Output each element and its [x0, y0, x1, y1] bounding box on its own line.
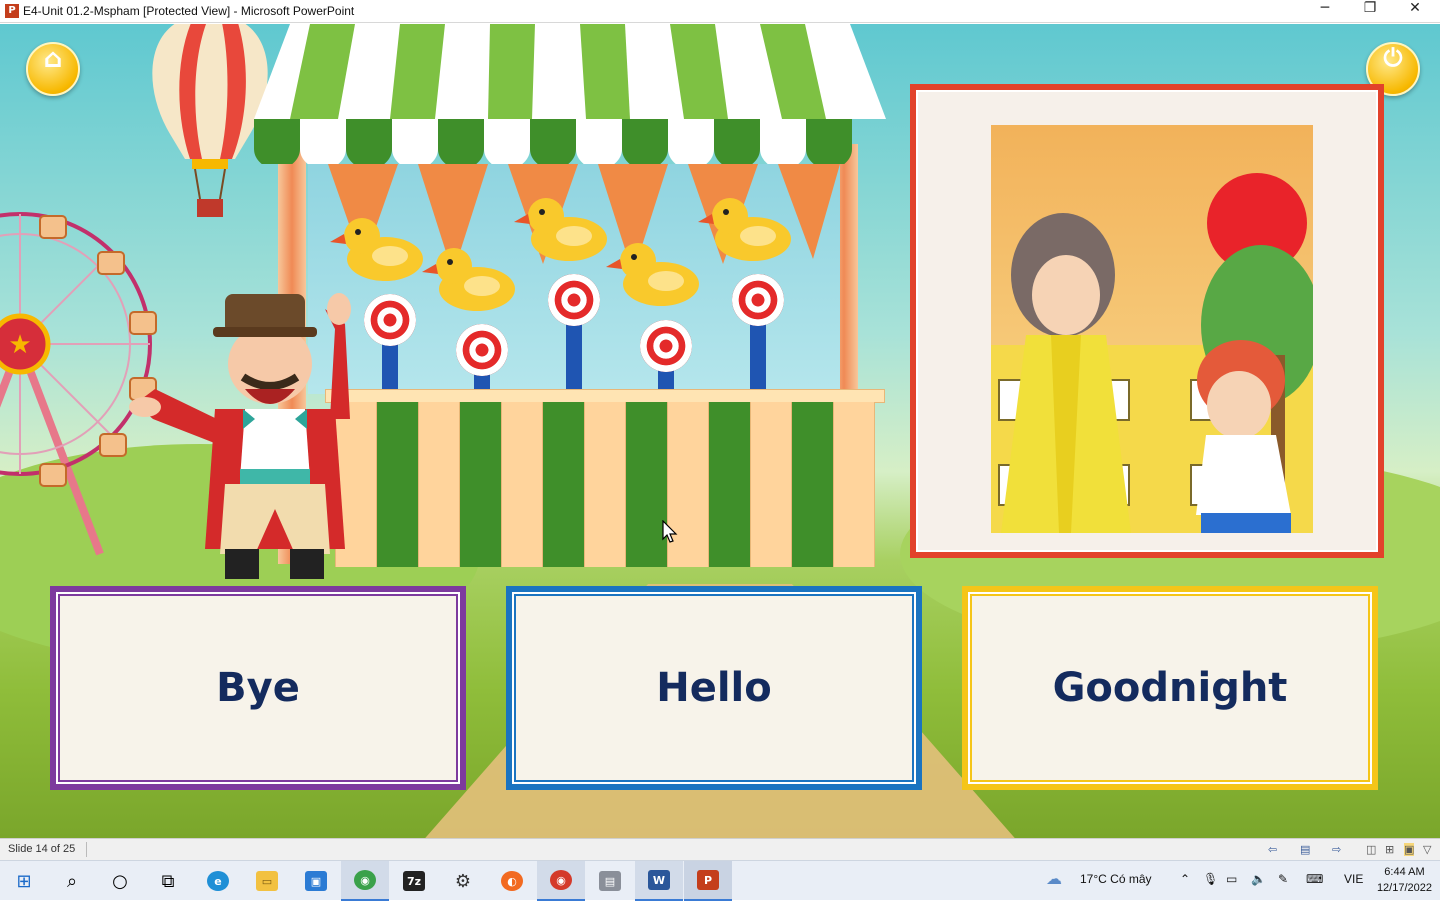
network-icon[interactable]: ▭: [1226, 872, 1237, 886]
answer-box-bye[interactable]: Bye: [50, 586, 466, 790]
next-slide-icon[interactable]: ⇨: [1332, 843, 1341, 856]
folder-icon: ▭: [256, 871, 278, 891]
windows-logo-icon: ⊞: [16, 870, 32, 892]
chrome-icon: ◉: [354, 870, 376, 890]
edge-app[interactable]: e: [194, 861, 242, 901]
windows-taskbar: ⊞ ⌕ ○ ⧉ e ▭ ▣ ◉ 7z ⚙ ◐ ◉ ▤ W P ☁ 17°C Có…: [0, 860, 1440, 901]
7zip-app[interactable]: 7z: [390, 861, 438, 901]
mouse-cursor-icon: [662, 520, 678, 543]
scene-picture-frame: [910, 84, 1384, 558]
microphone-icon[interactable]: 🎙: [1203, 872, 1218, 886]
settings-app[interactable]: ⚙: [439, 861, 487, 901]
status-bar: Slide 14 of 25 ⇦ ▤ ⇨ ◫ ⊞ ▣ ▽: [0, 838, 1440, 860]
task-view-button[interactable]: ⧉: [144, 861, 192, 901]
target-icon: [364, 294, 416, 346]
store-app[interactable]: ▣: [292, 861, 340, 901]
language-indicator[interactable]: VIE: [1344, 872, 1363, 886]
slide-canvas: ★ ⌂ ⏻ Bye Hello Goodnight: [0, 24, 1440, 838]
target-icon: [456, 324, 508, 376]
duck-icon: [422, 248, 515, 311]
answer-label: Hello: [656, 665, 772, 711]
weather-text[interactable]: 17°C Có mây: [1080, 872, 1152, 886]
package-icon: ▤: [599, 871, 621, 891]
search-button[interactable]: ⌕: [48, 861, 96, 901]
answer-label: Bye: [216, 665, 300, 711]
clock-date: 12/17/2022: [1376, 882, 1432, 894]
chevron-up-icon[interactable]: ⌃: [1180, 872, 1190, 886]
clock-time: 6:44 AM: [1384, 866, 1425, 878]
duck-icon: [698, 198, 791, 261]
home-button[interactable]: ⌂: [26, 42, 80, 96]
chrome-app[interactable]: ◉: [341, 861, 389, 901]
target-icon: [640, 320, 692, 372]
package-app[interactable]: ▤: [586, 861, 634, 901]
keyboard-icon[interactable]: ⌨: [1306, 872, 1323, 886]
booth-striped-awning: [254, 24, 886, 164]
slide-show-icon[interactable]: ▽: [1423, 843, 1431, 856]
store-icon: ▣: [305, 871, 327, 891]
task-view-icon: ⧉: [161, 870, 175, 892]
chrome-profile-app[interactable]: ◉: [537, 861, 585, 901]
word-icon: W: [648, 870, 670, 890]
start-button[interactable]: ⊞: [0, 861, 48, 901]
file-explorer-app[interactable]: ▭: [243, 861, 291, 901]
gear-icon: ⚙: [454, 870, 472, 892]
slide-sorter-icon[interactable]: ⊞: [1385, 843, 1394, 856]
normal-view-icon[interactable]: ◫: [1366, 843, 1376, 856]
cortana-icon: ○: [112, 870, 128, 892]
7zip-icon: 7z: [403, 871, 425, 891]
powerpoint-icon: P: [697, 870, 719, 890]
minimize-button[interactable]: ─: [1302, 0, 1348, 22]
powerpoint-app[interactable]: P: [684, 861, 732, 901]
restore-button[interactable]: ❐: [1347, 0, 1393, 22]
ringmaster-character-illustration: [129, 293, 351, 579]
greeting-scene-drawing: [991, 173, 1313, 533]
target-icon: [732, 274, 784, 326]
chrome-profile-icon: ◉: [550, 870, 572, 890]
firefox-app[interactable]: ◐: [488, 861, 536, 901]
reading-view-icon[interactable]: ▣: [1404, 843, 1415, 856]
previous-slide-icon[interactable]: ⇦: [1268, 843, 1277, 856]
greeting-scene-illustration: [991, 125, 1313, 533]
duck-icon: [514, 198, 607, 261]
edge-icon: e: [207, 871, 229, 891]
notes-icon[interactable]: ▤: [1300, 843, 1310, 856]
powerpoint-logo-icon: P: [5, 4, 19, 18]
title-bar: P E4-Unit 01.2-Mspham [Protected View] -…: [0, 0, 1440, 23]
word-app[interactable]: W: [635, 861, 683, 901]
duck-icon: [606, 243, 699, 306]
answer-box-goodnight[interactable]: Goodnight: [962, 586, 1378, 790]
pen-icon[interactable]: ✎: [1278, 872, 1288, 886]
clock[interactable]: 6:44 AM 12/17/2022: [1377, 864, 1432, 896]
status-divider: [86, 842, 87, 857]
search-icon: ⌕: [66, 870, 78, 892]
window-title: E4-Unit 01.2-Mspham [Protected View] - M…: [23, 4, 355, 18]
firefox-icon: ◐: [501, 871, 523, 891]
booth-counter: [335, 402, 876, 567]
close-button[interactable]: ✕: [1392, 0, 1438, 22]
power-icon: ⏻: [1383, 44, 1403, 72]
svg-text:★: ★: [8, 330, 31, 360]
home-icon: ⌂: [43, 44, 63, 74]
answer-label: Goodnight: [1052, 665, 1288, 711]
booth-counter-rail: [325, 389, 885, 403]
cortana-button[interactable]: ○: [96, 861, 144, 901]
target-icon: [548, 274, 600, 326]
answer-box-hello[interactable]: Hello: [506, 586, 922, 790]
volume-icon[interactable]: 🔈: [1251, 872, 1266, 886]
cloud-icon: ☁: [1046, 871, 1062, 888]
slide-counter: Slide 14 of 25: [8, 843, 76, 855]
